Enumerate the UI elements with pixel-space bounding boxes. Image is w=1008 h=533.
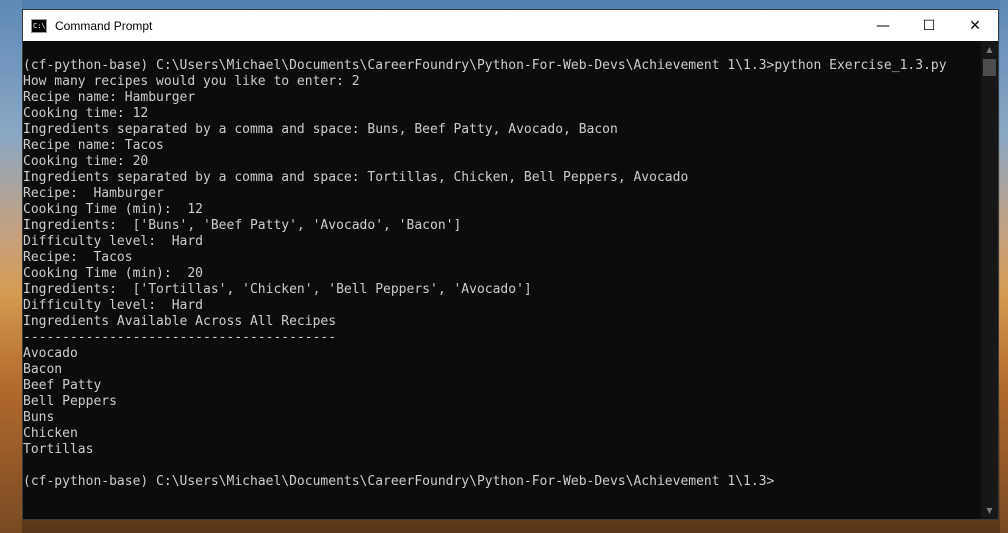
console-prompt-line[interactable]: (cf-python-base) C:\Users\Michael\Docume…	[23, 474, 981, 490]
console-line: Ingredients: ['Tortillas', 'Chicken', 'B…	[23, 282, 532, 297]
console-line: Cooking time: 20	[23, 154, 149, 169]
console-line: Recipe: Tacos	[23, 250, 133, 265]
window-controls: — ☐ ✕	[860, 10, 998, 41]
console-line: Ingredients Available Across All Recipes	[23, 314, 337, 329]
console-line: Difficulty level: Hard	[23, 298, 204, 313]
console-line: Difficulty level: Hard	[23, 234, 204, 249]
console-line: Bell Peppers	[23, 394, 117, 409]
console-line: Bacon	[23, 362, 63, 377]
window-title: Command Prompt	[55, 18, 153, 33]
desktop-wallpaper-right	[1000, 0, 1008, 533]
vertical-scrollbar[interactable]: ▲ ▼	[981, 41, 998, 519]
console-line: How many recipes would you like to enter…	[23, 74, 360, 89]
title-bar[interactable]: C:\ Command Prompt — ☐ ✕	[23, 10, 998, 41]
console-line: Recipe: Hamburger	[23, 186, 164, 201]
minimize-button[interactable]: —	[860, 10, 906, 41]
console-line: ----------------------------------------	[23, 330, 337, 345]
console-line: Cooking time: 12	[23, 106, 149, 121]
console-app-icon: C:\	[31, 18, 47, 33]
console-line: Recipe name: Hamburger	[23, 90, 196, 105]
console-line: Beef Patty	[23, 378, 102, 393]
scrollbar-thumb[interactable]	[983, 59, 996, 76]
console-line: (cf-python-base) C:\Users\Michael\Docume…	[23, 58, 947, 73]
console-line: Chicken	[23, 426, 78, 441]
console-line: Buns	[23, 410, 55, 425]
console-line: Ingredients separated by a comma and spa…	[23, 170, 689, 185]
console-line: Cooking Time (min): 20	[23, 266, 204, 281]
console-line: Cooking Time (min): 12	[23, 202, 204, 217]
console-output[interactable]: (cf-python-base) C:\Users\Michael\Docume…	[23, 41, 981, 519]
console-line: Avocado	[23, 346, 78, 361]
desktop-wallpaper-left	[0, 0, 22, 533]
maximize-button[interactable]: ☐	[906, 10, 952, 41]
console-line: Tortillas	[23, 442, 94, 457]
console-line: Recipe name: Tacos	[23, 138, 164, 153]
command-prompt-window[interactable]: C:\ Command Prompt — ☐ ✕ (cf-python-base…	[22, 9, 999, 520]
console-line: Ingredients: ['Buns', 'Beef Patty', 'Avo…	[23, 218, 462, 233]
close-button[interactable]: ✕	[952, 10, 998, 41]
scroll-up-icon[interactable]: ▲	[981, 41, 998, 58]
scroll-down-icon[interactable]: ▼	[981, 502, 998, 519]
console-line: Ingredients separated by a comma and spa…	[23, 122, 618, 137]
